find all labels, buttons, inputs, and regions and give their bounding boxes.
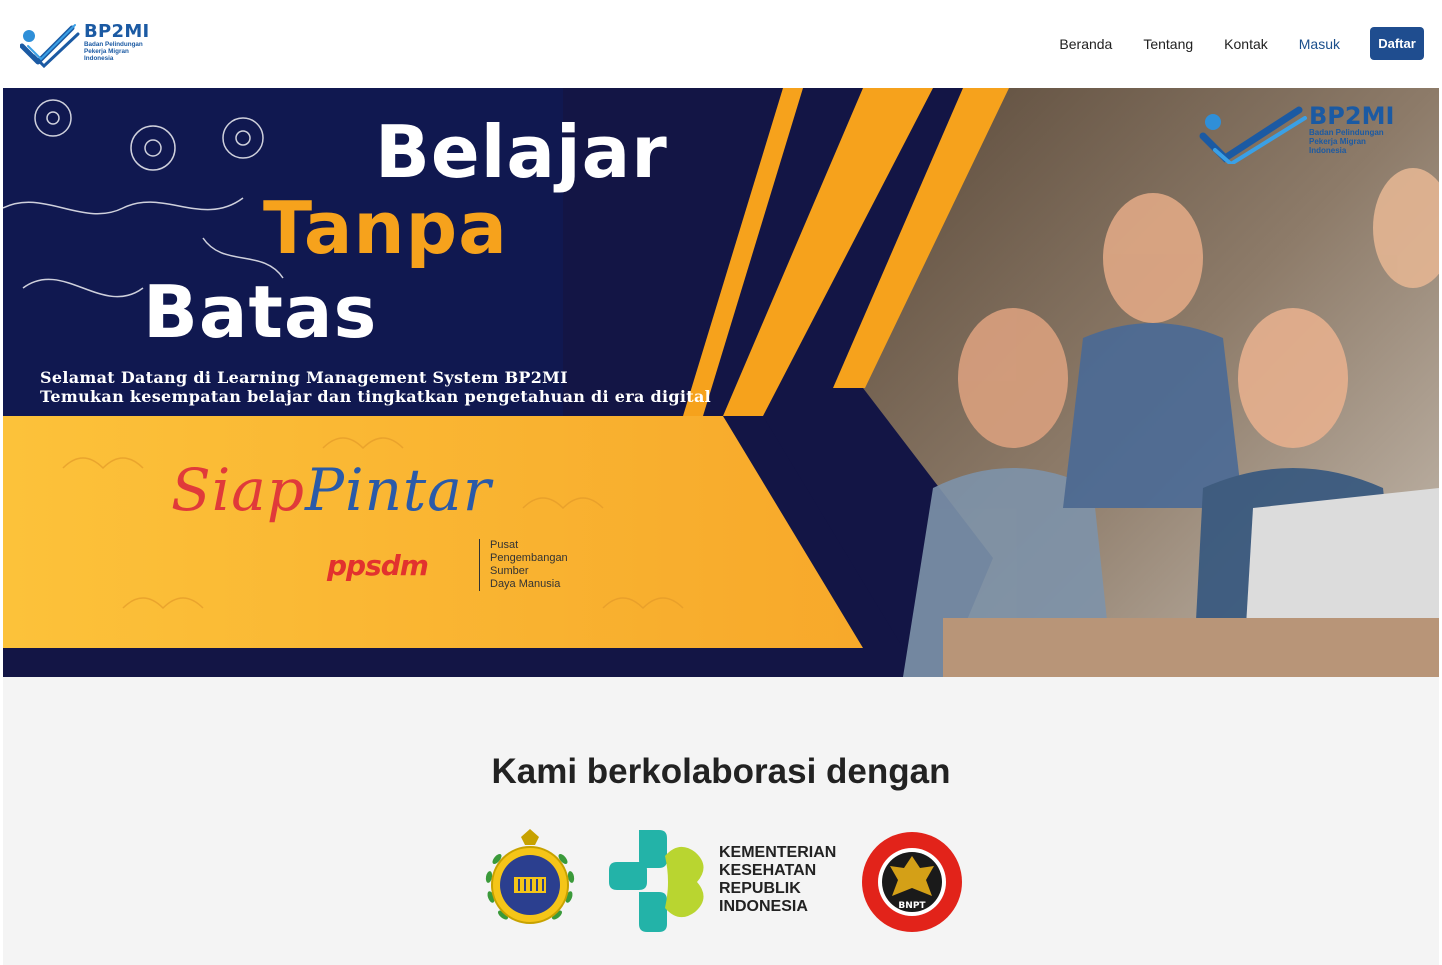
kemenkes-logo: KEMENTERIAN KESEHATAN REPUBLIK INDONESIA <box>719 844 836 916</box>
collaboration-section: Kami berkolaborasi dengan KEMENTERIAN KE… <box>3 677 1439 965</box>
ppsdm-subtitle-line: Pengembangan <box>490 552 568 564</box>
hero-banner: Belajar Tanpa Batas Selamat Datang di Le… <box>3 88 1439 677</box>
nav-tentang[interactable]: Tentang <box>1143 36 1193 52</box>
bnpt-logo[interactable]: BNPT <box>860 830 964 934</box>
kemenkes-text-line: REPUBLIK <box>719 880 801 897</box>
nav-masuk[interactable]: Masuk <box>1299 36 1340 52</box>
ppsdm-logo: ppsdm <box>327 549 429 582</box>
bp2mi-logo-icon <box>1199 106 1307 164</box>
kemenkes-logo-mark[interactable] <box>609 830 709 932</box>
hero-subtitle-line2: Temukan kesempatan belajar dan tingkatka… <box>40 387 711 406</box>
ppsdm-subtitle-line: Pusat <box>490 539 519 551</box>
brand-subtitle: Badan Pelindungan Pekerja Migran Indones… <box>84 41 143 62</box>
hero-bp2mi-watermark: BP2MI Badan Pelindungan Pekerja Migran I… <box>1199 104 1394 164</box>
hero-brand-subtitle: Badan Pelindungan Pekerja Migran Indones… <box>1309 128 1384 155</box>
hero-title-line3: Batas <box>143 270 378 354</box>
kemenkes-text-line: KEMENTERIAN <box>719 844 837 861</box>
pintar-text: Pintar <box>305 456 492 524</box>
ppsdm-subtitle-line: Daya Manusia <box>490 578 561 590</box>
nav-beranda[interactable]: Beranda <box>1059 36 1112 52</box>
kemenkes-text-line: INDONESIA <box>719 898 808 915</box>
ppsdm-subtitle: Pusat Pengembangan Sumber Daya Manusia <box>479 539 568 591</box>
siap-pintar-logo: SiapPintar <box>171 456 492 524</box>
brand-name: BP2MI <box>84 21 150 42</box>
hero-subtitle-line1: Selamat Datang di Learning Management Sy… <box>40 368 568 387</box>
collaboration-title: Kami berkolaborasi dengan <box>491 752 951 791</box>
hero-brand-name: BP2MI <box>1309 102 1395 130</box>
daftar-button[interactable]: Daftar <box>1370 27 1424 60</box>
bnpt-abbr: BNPT <box>898 901 926 911</box>
siap-text: Siap <box>171 456 305 524</box>
bp2mi-logo-icon <box>20 24 80 68</box>
kemenkes-text-line: KESEHATAN <box>719 862 817 879</box>
main-nav: Beranda Tentang Kontak Masuk Daftar <box>1028 27 1424 60</box>
kemlu-logo[interactable] <box>477 829 583 933</box>
hero-title-line2: Tanpa <box>263 186 508 270</box>
nav-kontak[interactable]: Kontak <box>1224 36 1268 52</box>
ppsdm-subtitle-line: Sumber <box>490 565 529 577</box>
hero-title-line1: Belajar <box>375 110 668 194</box>
site-header: BP2MI Badan Pelindungan Pekerja Migran I… <box>0 0 1442 88</box>
brand-logo[interactable]: BP2MI Badan Pelindungan Pekerja Migran I… <box>20 22 150 68</box>
